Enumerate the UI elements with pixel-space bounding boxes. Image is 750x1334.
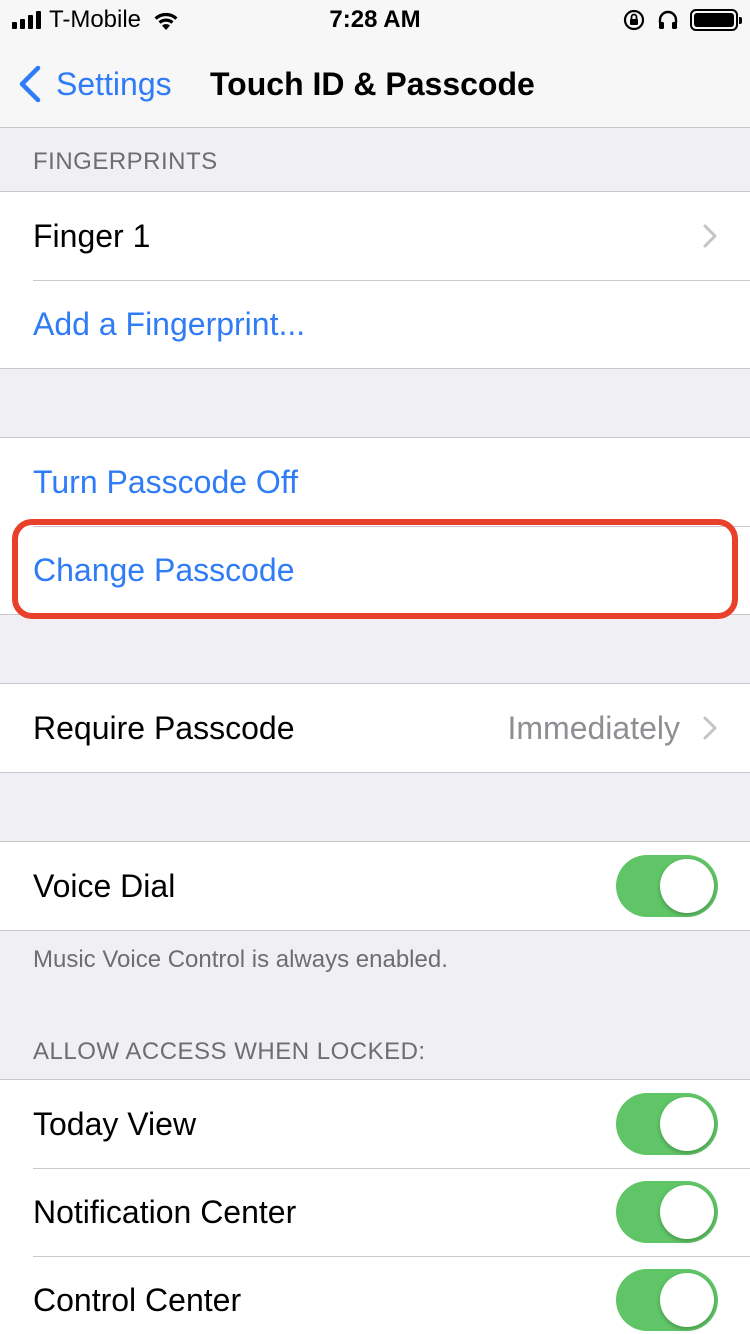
fingerprints-group: Finger 1 Add a Fingerprint...: [0, 191, 750, 369]
voice-dial-footer-note: Music Voice Control is always enabled.: [33, 946, 448, 973]
control-center-row: Control Center: [0, 1256, 750, 1334]
chevron-right-icon: [703, 224, 717, 248]
add-fingerprint-label: Add a Fingerprint...: [33, 306, 306, 342]
chevron-right-icon: [703, 716, 717, 740]
change-passcode-row[interactable]: Change Passcode: [0, 526, 750, 614]
battery-icon: [690, 9, 742, 31]
require-passcode-value: Immediately: [507, 710, 681, 746]
require-passcode-label: Require Passcode: [33, 710, 295, 746]
add-fingerprint-row[interactable]: Add a Fingerprint...: [0, 280, 750, 368]
status-bar: T-Mobile 7:28 AM: [0, 0, 750, 40]
require-passcode-group: Require Passcode Immediately: [0, 683, 750, 773]
back-button[interactable]: Settings: [16, 64, 172, 104]
status-right: [622, 6, 742, 34]
turn-passcode-off-row[interactable]: Turn Passcode Off: [0, 438, 750, 526]
turn-passcode-off-label: Turn Passcode Off: [33, 464, 299, 500]
toggle-knob: [660, 1185, 714, 1239]
toggle-knob: [660, 1273, 714, 1327]
back-button-label: Settings: [56, 65, 172, 102]
page-title: Touch ID & Passcode: [210, 66, 535, 102]
require-passcode-row[interactable]: Require Passcode Immediately: [0, 684, 750, 772]
voice-dial-group: Voice Dial: [0, 841, 750, 931]
toggle-knob: [660, 1097, 714, 1151]
today-view-row: Today View: [0, 1080, 750, 1168]
voice-dial-label: Voice Dial: [33, 868, 176, 904]
control-center-label: Control Center: [33, 1282, 242, 1318]
finger-1-label: Finger 1: [33, 218, 151, 254]
change-passcode-label: Change Passcode: [33, 552, 295, 588]
toggle-knob: [660, 859, 714, 913]
notification-center-label: Notification Center: [33, 1194, 297, 1230]
passcode-group: Turn Passcode Off Change Passcode: [0, 437, 750, 615]
orientation-lock-icon: [623, 9, 645, 31]
finger-1-row[interactable]: Finger 1: [0, 192, 750, 280]
notification-center-row: Notification Center: [0, 1168, 750, 1256]
chevron-left-icon: [19, 65, 41, 103]
navigation-bar: Settings Touch ID & Passcode: [0, 40, 750, 128]
section-header-fingerprints: FINGERPRINTS: [33, 148, 218, 175]
voice-dial-toggle[interactable]: [616, 855, 718, 917]
today-view-toggle[interactable]: [616, 1093, 718, 1155]
voice-dial-row: Voice Dial: [0, 842, 750, 930]
control-center-toggle[interactable]: [616, 1269, 718, 1331]
section-header-allow-access: ALLOW ACCESS WHEN LOCKED:: [33, 1038, 426, 1065]
headphones-icon: [658, 10, 678, 29]
today-view-label: Today View: [33, 1106, 197, 1142]
notification-center-toggle[interactable]: [616, 1181, 718, 1243]
allow-access-group: Today View Notification Center Control C…: [0, 1079, 750, 1334]
